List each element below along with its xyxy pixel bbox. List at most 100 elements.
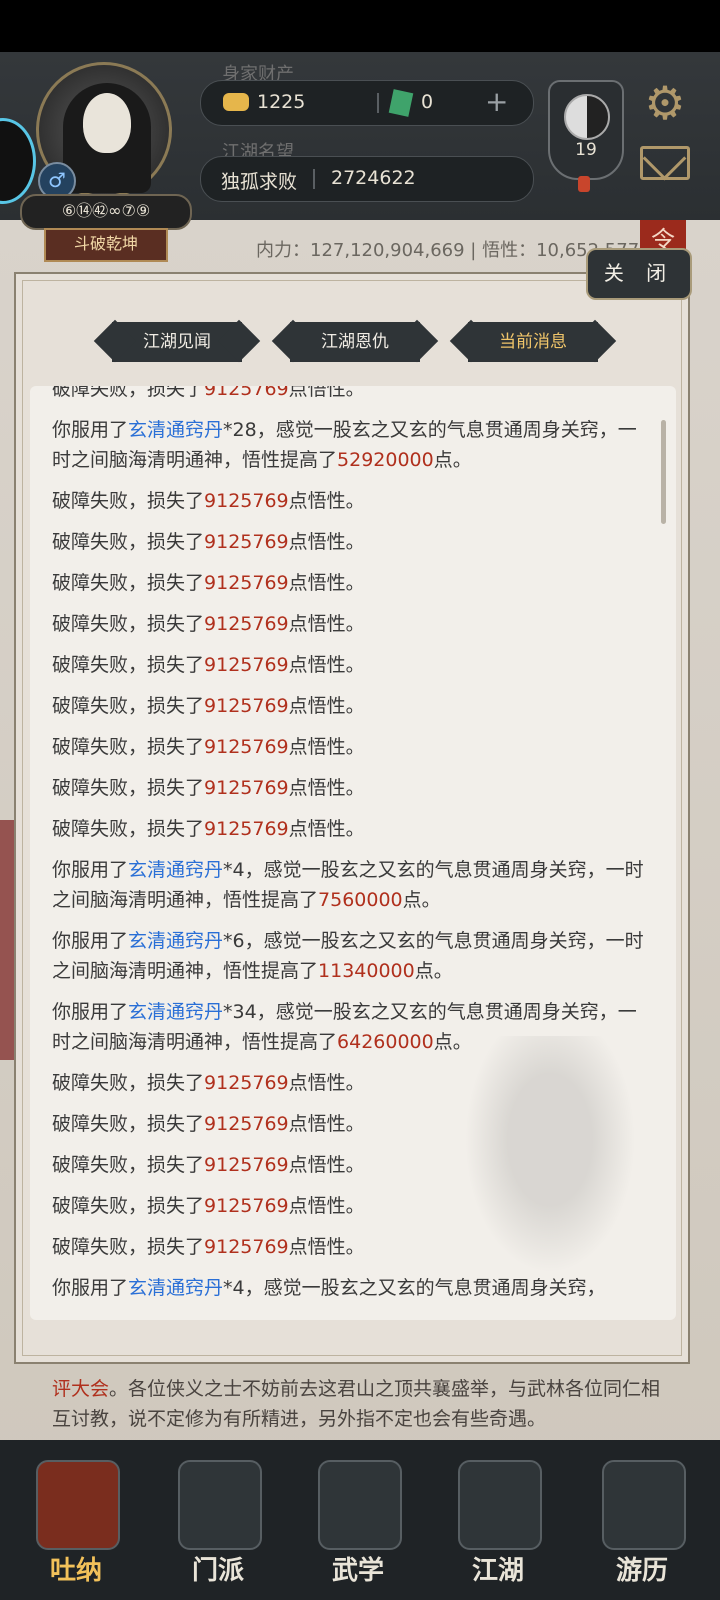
announcement-highlight[interactable]: 评大会 [52,1378,109,1400]
loss-value: 9125769 [204,1072,289,1094]
message-line: 你服用了玄清通窍丹*4，感觉一股玄之又玄的气息贯通周身关窍，一时之间脑海清明通神… [52,855,652,915]
message-line: 你服用了玄清通窍丹*6，感觉一股玄之又玄的气息贯通周身关窍，一时之间脑海清明通神… [52,926,652,986]
item-quantity: *34 [223,1001,257,1023]
loss-value: 9125769 [204,1236,289,1258]
divider [313,169,315,189]
item-link[interactable]: 玄清通窍丹 [128,859,223,881]
item-quantity: *6 [223,930,245,952]
message-text: 破障失败，损失了 [52,777,205,799]
item-link[interactable]: 玄清通窍丹 [128,1277,223,1299]
horse-icon [602,1460,686,1550]
loss-value: 9125769 [204,736,289,758]
message-line: 破障失败，损失了9125769点悟性。 [52,1068,652,1098]
message-line: 破障失败，损失了9125769点悟性。 [52,732,652,762]
message-line: 你服用了玄清通窍丹*4，感觉一股玄之又玄的气息贯通周身关窍， [52,1273,652,1303]
message-text: 破障失败，损失了 [52,695,205,717]
message-line: 你服用了玄清通窍丹*34，感觉一股玄之又玄的气息贯通周身关窍，一时之间脑海清明通… [52,997,652,1057]
message-text: 破障失败，损失了 [52,1072,205,1094]
jade-icon [388,89,414,117]
nav-label: 游历 [615,1556,668,1586]
loss-value: 9125769 [204,572,289,594]
message-text: 点悟性。 [288,736,365,758]
status-bar [0,0,720,52]
message-text: 点悟性。 [288,490,365,512]
message-line: 破障失败，损失了9125769点悟性。 [52,814,652,844]
message-text: 点悟性。 [288,654,365,676]
message-text: 点悟性。 [288,1195,365,1217]
fame-rank: 独孤求败 [221,171,298,193]
tab-jianghu-news[interactable]: 江湖见闻 [112,322,242,362]
message-text: 点悟性。 [288,386,365,400]
item-link[interactable]: 玄清通窍丹 [128,1001,223,1023]
message-text: 破障失败，损失了 [52,1113,205,1135]
message-line: 破障失败，损失了9125769点悟性。 [52,486,652,516]
nav-item-sect[interactable]: 门派 [160,1446,276,1596]
message-text: 破障失败，损失了 [52,572,205,594]
message-text: 点。 [414,960,453,982]
sect-flag-icon [178,1460,262,1550]
gear-icon[interactable]: ⚙ [640,78,690,128]
stats-line: 内力：127,120,904,669 | 悟性：10,652,577 [256,240,640,261]
announcement-text: 。各位侠义之士不妨前去这君山之顶共襄盛举，与武林各位同仁相互讨教，说不定修为有所… [52,1378,661,1430]
wealth-bar: 1225 0 + [200,80,534,126]
message-text: 破障失败，损失了 [52,654,205,676]
item-link[interactable]: 玄清通窍丹 [128,419,223,441]
plus-icon[interactable]: + [485,85,508,118]
message-text: ，感觉一股玄之又玄的气息贯通周身关窍， [244,1277,606,1299]
message-text: 你服用了 [52,859,129,881]
item-quantity: *4 [223,859,245,881]
nav-item-travel[interactable]: 游历 [584,1446,700,1596]
message-text: 破障失败，损失了 [52,736,205,758]
message-text: 破障失败，损失了 [52,613,205,635]
message-text: 点。 [433,449,472,471]
message-text: 点悟性。 [288,1154,365,1176]
message-line: 破障失败，损失了9125769点悟性。 [52,527,652,557]
gold-value: 1225 [257,91,306,113]
tab-current-messages[interactable]: 当前消息 [468,322,598,362]
message-text: 破障失败，损失了 [52,1236,205,1258]
message-text: 点悟性。 [288,572,365,594]
tab-label: 江湖见闻 [143,332,211,352]
loss-value: 9125769 [204,531,289,553]
message-line: 你服用了玄清通窍丹*28，感觉一股玄之又玄的气息贯通周身关窍，一时之间脑海清明通… [52,415,652,475]
divider [377,93,379,113]
nav-item-tuna[interactable]: 吐纳 [18,1446,134,1596]
message-text: 点悟性。 [288,818,365,840]
message-line: 破障失败，损失了9125769点悟性。 [52,773,652,803]
message-text: 你服用了 [52,1001,129,1023]
gain-value: 64260000 [337,1031,434,1053]
meditation-icon [36,1460,120,1550]
scrollbar[interactable] [661,420,666,524]
message-list[interactable]: 破障失败，损失了9125769点悟性。 你服用了玄清通窍丹*28，感觉一股玄之又玄… [30,386,676,1320]
martial-scroll-icon [318,1460,402,1550]
loss-value: 9125769 [204,490,289,512]
message-text: 点悟性。 [288,1113,365,1135]
straw-hat-icon [458,1460,542,1550]
nav-label: 门派 [191,1556,244,1586]
messages: 破障失败，损失了9125769点悟性。 你服用了玄清通窍丹*28，感觉一股玄之又玄… [52,386,652,1314]
tab-jianghu-feud[interactable]: 江湖恩仇 [290,322,420,362]
message-text: 点悟性。 [288,695,365,717]
announcement: 评大会。各位侠义之士不妨前去这君山之顶共襄盛举，与武林各位同仁相互讨教，说不定修… [52,1374,672,1434]
taiji-level: 19 [575,140,597,160]
close-button[interactable]: 关 闭 [586,248,692,300]
message-text: 点悟性。 [288,1072,365,1094]
message-text: 点悟性。 [288,777,365,799]
player-title[interactable]: 斗破乾坤 [44,228,168,262]
mail-icon[interactable] [640,146,690,180]
item-link[interactable]: 玄清通窍丹 [128,930,223,952]
level-pill: ⑥⑭㊷∞⑦⑨ [20,194,192,230]
nav-label: 江湖 [471,1556,524,1586]
nav-label: 吐纳 [49,1556,102,1586]
taiji-badge[interactable]: 19 [548,80,624,180]
nav-item-jianghu[interactable]: 江湖 [440,1446,556,1596]
nav-item-martial[interactable]: 武学 [300,1446,416,1596]
loss-value: 9125769 [204,613,289,635]
message-line: 破障失败，损失了9125769点悟性。 [52,691,652,721]
gain-value: 11340000 [318,960,415,982]
loss-value: 9125769 [204,695,289,717]
loss-value: 9125769 [204,1154,289,1176]
item-quantity: *4 [223,1277,245,1299]
avatar-mask [83,93,131,153]
tab-label: 江湖恩仇 [321,332,389,352]
